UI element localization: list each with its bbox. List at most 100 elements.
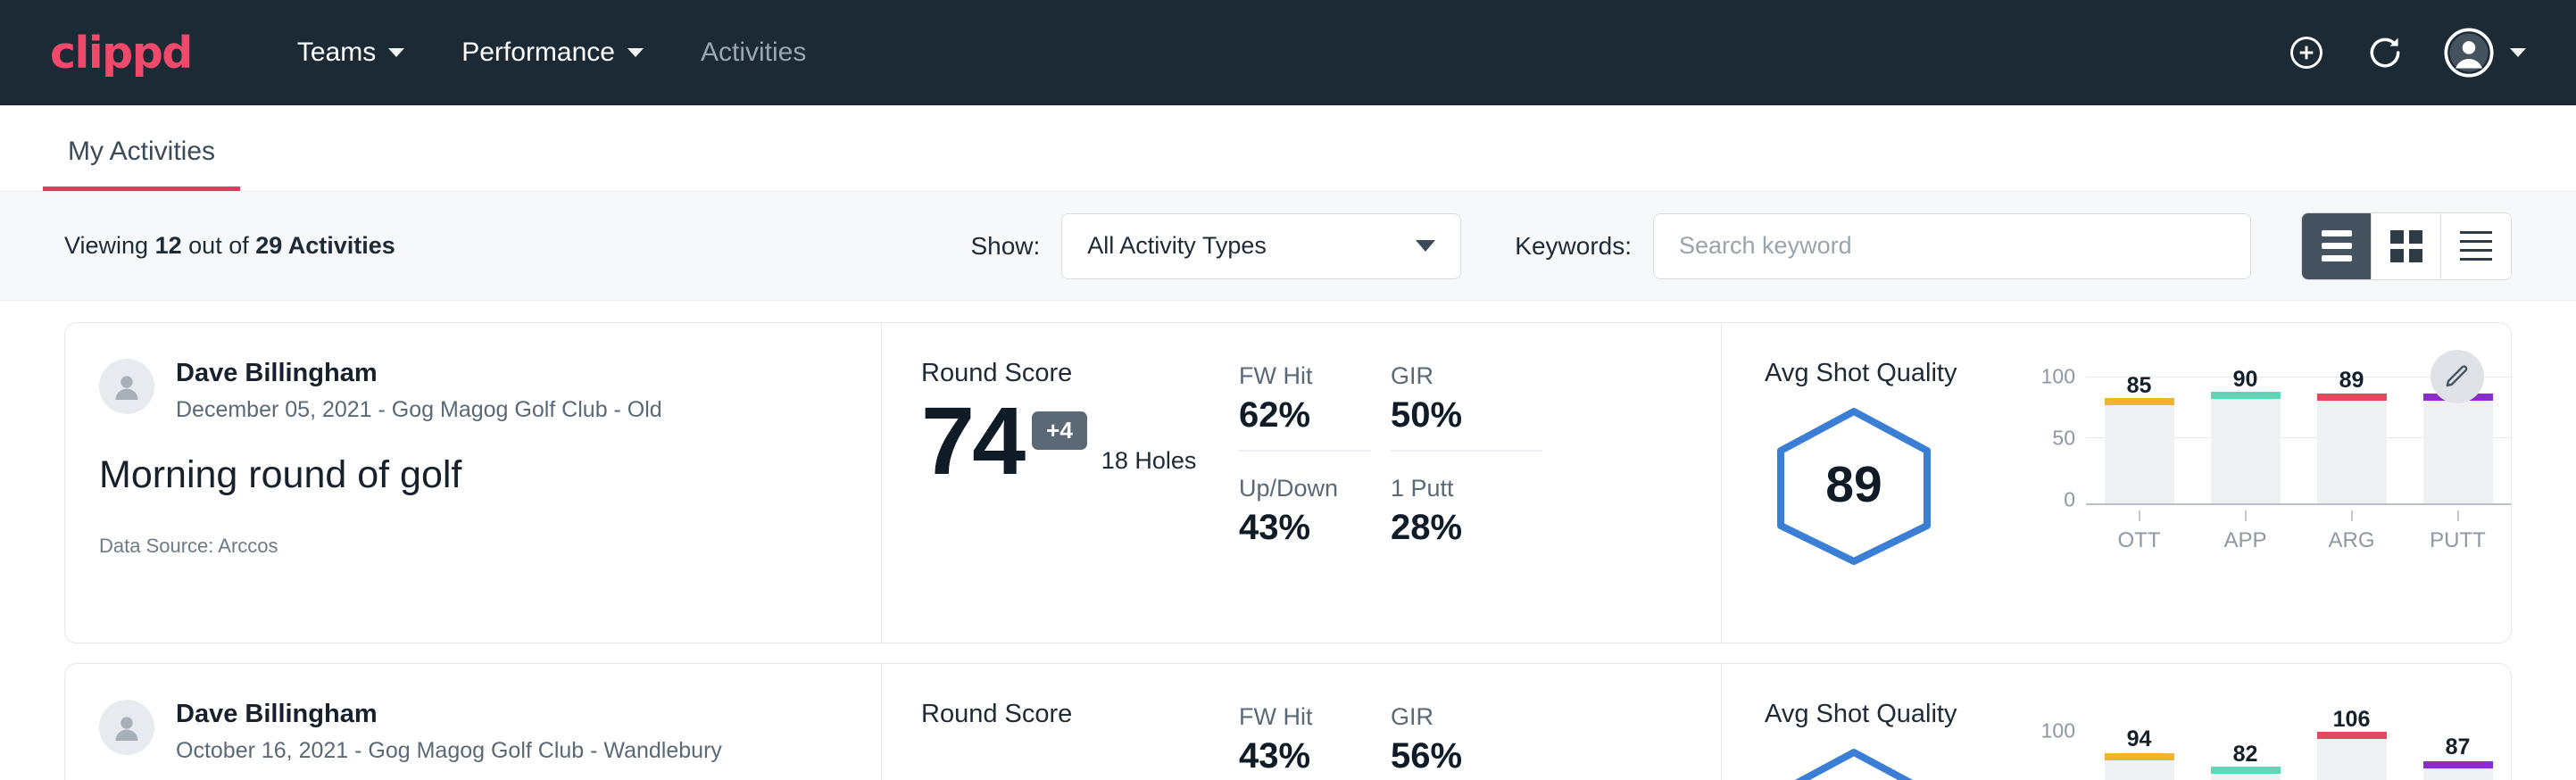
viewing-prefix: Viewing [64, 232, 148, 259]
shot-quality-block: Avg Shot Quality 89 100 50 0 [1721, 323, 2511, 643]
refresh-icon[interactable] [2365, 33, 2405, 72]
player-header: Dave Billingham December 05, 2021 - Gog … [99, 359, 881, 423]
chart-x-axis: OTT APP ARG PUTT [2086, 505, 2511, 553]
tab-bar: My Activities [0, 105, 2576, 192]
shot-quality-value: 89 [1765, 404, 1943, 565]
chart-bars: 94 82 106 [2086, 712, 2511, 780]
nav-item-teams[interactable]: Teams [269, 37, 433, 68]
bar-body [2423, 401, 2493, 503]
grid-view-button[interactable] [2372, 213, 2441, 279]
app-logo[interactable]: clippd [50, 28, 192, 79]
stat-label: GIR [1391, 362, 1542, 390]
bar-arg: 106 [2317, 712, 2387, 780]
stat-label: GIR [1391, 703, 1542, 731]
bar-app: 82 [2211, 712, 2281, 780]
x-tick-app: APP [2211, 510, 2281, 553]
keywords-label: Keywords: [1515, 232, 1632, 261]
stat-label: FW Hit [1239, 703, 1371, 731]
stat-fw-hit: FW Hit 62% [1239, 362, 1371, 452]
x-tick-label: OTT [2105, 528, 2174, 553]
score-differential-badge: +4 [1032, 411, 1087, 450]
bar-cap [2423, 761, 2493, 768]
bar-value-label: 94 [2105, 726, 2174, 752]
holes-played: 18 Holes [1101, 447, 1197, 475]
stat-one-putt: 1 Putt 28% [1391, 475, 1542, 562]
shot-quality-label: Avg Shot Quality [1765, 700, 2032, 729]
bar-value-label: 87 [2423, 734, 2493, 760]
y-tick: 0 [2064, 488, 2075, 512]
stat-label: Up/Down [1239, 475, 1371, 502]
add-icon[interactable] [2287, 33, 2326, 72]
activity-summary: Dave Billingham October 16, 2021 - Gog M… [65, 664, 882, 780]
stat-up-down: Up/Down 43% [1239, 475, 1371, 562]
compact-view-button[interactable] [2441, 213, 2511, 279]
nav-item-activities[interactable]: Activities [672, 37, 835, 68]
chevron-down-icon [627, 48, 644, 57]
stat-value: 43% [1239, 736, 1371, 776]
stat-value: 43% [1239, 508, 1371, 548]
shot-quality-hexagon: 89 [1765, 404, 1943, 565]
bar-value-label: 90 [2211, 367, 2281, 393]
bar-body [2105, 760, 2174, 780]
stat-label: 1 Putt [1391, 475, 1542, 502]
nav-item-label: Activities [701, 37, 806, 68]
account-menu[interactable] [2444, 28, 2526, 78]
bar-body [2105, 405, 2174, 503]
stat-gir: GIR 50% [1391, 362, 1542, 452]
grid-view-icon [2390, 230, 2422, 262]
stat-value: 56% [1391, 736, 1542, 776]
round-stats-block: FW Hit 62% GIR 50% Up/Down 43% 1 Putt 28… [1239, 323, 1721, 643]
nav-item-performance[interactable]: Performance [433, 37, 672, 68]
stat-value: 62% [1239, 395, 1371, 436]
x-tick-arg: ARG [2317, 510, 2387, 553]
activity-meta: October 16, 2021 - Gog Magog Golf Club -… [176, 738, 722, 764]
chevron-down-icon [2510, 48, 2526, 57]
round-score-label: Round Score [921, 700, 1239, 729]
stat-label: FW Hit [1239, 362, 1371, 390]
avatar [99, 700, 154, 755]
stat-value: 28% [1391, 508, 1542, 548]
activity-type-value: All Activity Types [1087, 232, 1267, 260]
y-tick: 50 [2052, 427, 2075, 451]
player-name: Dave Billingham [176, 359, 662, 388]
avatar [99, 359, 154, 414]
bar-cap [2211, 392, 2281, 399]
player-header: Dave Billingham October 16, 2021 - Gog M… [99, 700, 881, 764]
nav-item-label: Performance [461, 37, 615, 68]
chart-y-axis: 100 [2032, 712, 2086, 780]
activity-card[interactable]: Dave Billingham December 05, 2021 - Gog … [64, 322, 2512, 643]
tab-my-activities[interactable]: My Activities [43, 137, 240, 191]
bar-ott: 85 [2105, 371, 2174, 503]
shot-quality-hexagon [1765, 745, 1943, 780]
bar-putt: 87 [2423, 712, 2493, 780]
bar-cap [2105, 398, 2174, 405]
chart-plot-area: 94 82 106 [2086, 712, 2511, 780]
search-input[interactable] [1653, 213, 2251, 279]
list-view-button[interactable] [2302, 213, 2372, 279]
bar-app: 90 [2211, 371, 2281, 503]
player-name: Dave Billingham [176, 700, 722, 729]
chevron-down-icon [1416, 240, 1435, 252]
bar-body [2211, 399, 2281, 503]
bar-ott: 94 [2105, 712, 2174, 780]
activity-type-select[interactable]: All Activity Types [1061, 213, 1461, 279]
main-nav: Teams Performance Activities [269, 37, 835, 68]
bar-value-label: 82 [2211, 742, 2281, 768]
bar-body [2423, 768, 2493, 780]
x-tick-label: APP [2211, 528, 2281, 553]
chart-y-axis: 100 50 0 [2032, 371, 2086, 505]
edit-activity-button[interactable] [2431, 350, 2484, 403]
x-tick-putt: PUTT [2423, 510, 2493, 553]
chevron-down-icon [388, 48, 404, 57]
round-score-label: Round Score [921, 359, 1239, 388]
activity-card[interactable]: Dave Billingham October 16, 2021 - Gog M… [64, 663, 2512, 780]
stat-fw-hit: FW Hit 43% [1239, 703, 1371, 780]
bar-cap [2211, 767, 2281, 774]
filter-toolbar: Viewing 12 out of 29 Activities Show: Al… [0, 192, 2576, 301]
round-score-block: Round Score [882, 664, 1239, 780]
list-view-icon [2322, 230, 2352, 261]
bar-cap [2317, 394, 2387, 401]
header-actions [2287, 28, 2526, 78]
show-label: Show: [970, 232, 1040, 261]
x-tick-label: ARG [2317, 528, 2387, 553]
